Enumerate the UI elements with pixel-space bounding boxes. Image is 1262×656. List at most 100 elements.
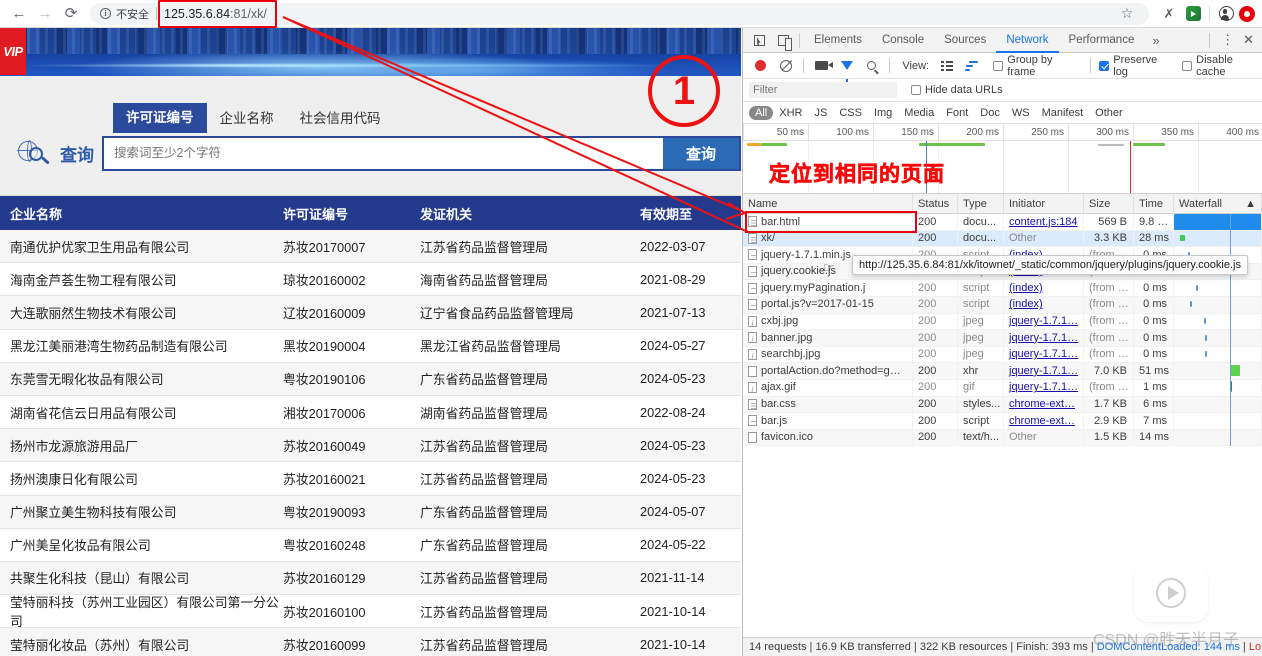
inspect-element-icon[interactable] <box>747 29 771 51</box>
request-initiator-link[interactable]: jquery-1.7.1… <box>1009 365 1078 377</box>
red-record-extension-icon[interactable] <box>1238 2 1262 26</box>
network-request-row[interactable]: portalAction.do?method=g… 200 xhr jquery-1.… <box>743 362 1262 380</box>
request-initiator-link[interactable]: jquery-1.7.1… <box>1009 381 1078 393</box>
network-request-row[interactable]: xk/200 docu... Other 3.3 KB 28 ms <box>743 230 1262 248</box>
request-initiator-link[interactable]: content.js:184 <box>1009 216 1078 228</box>
col-type[interactable]: Type <box>958 193 1004 214</box>
url-text[interactable]: 125.35.6.84 :81/xk/ <box>158 0 277 28</box>
clear-icon[interactable] <box>774 55 797 77</box>
profile-avatar-icon[interactable] <box>1214 2 1238 26</box>
table-row[interactable]: 莹特丽科技（苏州工业园区）有限公司第一分公司 苏妆20160100 江苏省药品监督管… <box>0 595 741 629</box>
type-filter-xhr[interactable]: XHR <box>773 106 808 120</box>
disable-cache-checkbox[interactable]: Disable cache <box>1182 54 1262 78</box>
table-row[interactable]: 黑龙江美丽港湾生物药品制造有限公司 黑妆20190004 黑龙江省药品监督管理局 20… <box>0 329 741 363</box>
table-row[interactable]: 大连歌丽然生物技术有限公司 辽妆20160009 辽宁省食品药品监督管理局 2021-… <box>0 296 741 330</box>
type-filter-doc[interactable]: Doc <box>974 106 1006 120</box>
request-initiator-link[interactable]: jquery-1.7.1… <box>1009 332 1078 344</box>
type-filter-other[interactable]: Other <box>1089 106 1129 120</box>
hide-data-urls-box[interactable] <box>911 85 921 95</box>
col-time[interactable]: Time <box>1134 193 1174 214</box>
disable-cache-box[interactable] <box>1182 60 1193 71</box>
network-request-row[interactable]: searchbj.jpg 200jpeg jquery-1.7.1… (from …0… <box>743 346 1262 364</box>
capture-screenshots-icon[interactable] <box>810 55 834 77</box>
network-request-row[interactable]: cxbj.jpg 200jpeg jquery-1.7.1… (from …0 ms <box>743 313 1262 331</box>
device-toolbar-icon[interactable] <box>771 29 795 51</box>
col-size[interactable]: Size <box>1084 193 1134 214</box>
col-name[interactable]: Name <box>743 193 913 214</box>
network-request-row[interactable]: favicon.ico 200 text/h... Other 1.5 KB 14 ms <box>743 429 1262 447</box>
tab-performance[interactable]: Performance <box>1059 28 1145 53</box>
type-filter-ws[interactable]: WS <box>1006 106 1036 120</box>
type-filter-img[interactable]: Img <box>868 106 898 120</box>
preserve-log-checkbox[interactable]: Preserve log <box>1099 54 1172 78</box>
network-request-row[interactable]: jquery.myPagination.j 200 script (index) (fr… <box>743 279 1262 297</box>
network-request-row[interactable]: bar.js 200 script chrome-ext… 2.9 KB 7 ms <box>743 412 1262 430</box>
close-icon[interactable]: ✕ <box>1241 32 1262 48</box>
hide-data-urls-checkbox[interactable]: Hide data URLs <box>911 84 1003 96</box>
table-row[interactable]: 莹特丽化妆品（苏州）有限公司 苏妆20160099 江苏省药品监督管理局 2021-1… <box>0 628 741 656</box>
request-initiator-link[interactable]: jquery-1.7.1… <box>1009 315 1078 327</box>
group-by-frame-checkbox[interactable]: Group by frame <box>993 54 1080 78</box>
tab-sources[interactable]: Sources <box>934 28 996 53</box>
green-media-extension-icon[interactable] <box>1181 2 1205 26</box>
site-info-icon[interactable]: i <box>100 8 111 19</box>
filter-input[interactable] <box>749 82 897 98</box>
table-row[interactable]: 广州聚立美生物科技有限公司 粤妆20190093 广东省药品监督管理局 2024-05… <box>0 495 741 529</box>
request-initiator-link[interactable]: (index) <box>1009 298 1043 310</box>
address-bar[interactable]: i 不安全 125.35.6.84 :81/xk/ ☆ <box>90 0 1149 28</box>
type-filter-font[interactable]: Font <box>940 106 974 120</box>
table-row[interactable]: 湖南省花信云日用品有限公司 湘妆20170006 湖南省药品监督管理局 2022-08… <box>0 395 741 430</box>
request-initiator-link[interactable]: chrome-ext… <box>1009 398 1075 410</box>
sort-asc-icon[interactable]: ▲ <box>1245 194 1256 214</box>
request-name-cell: portal.js?v=2017-01-15 <box>743 296 913 314</box>
network-table-body: bar.html 200 docu... content.js:184 569 B 9.8… <box>743 213 1262 447</box>
forward-icon[interactable]: → <box>32 1 58 27</box>
table-row[interactable]: 南通优护优家卫生用品有限公司 苏妆20170007 江苏省药品监督管理局 2022-0… <box>0 230 741 264</box>
request-initiator-link[interactable]: jquery-1.7.1… <box>1009 348 1078 360</box>
type-filter-manifest[interactable]: Manifest <box>1036 106 1090 120</box>
tab-network[interactable]: Network <box>996 28 1059 53</box>
table-row[interactable]: 共聚生化科技（昆山）有限公司 苏妆20160129 江苏省药品监督管理局 2021-1… <box>0 561 741 596</box>
type-filter-css[interactable]: CSS <box>833 106 868 120</box>
table-row[interactable]: 扬州市龙源旅游用品厂 苏妆20160049 江苏省药品监督管理局 2024-05-23 <box>0 429 741 463</box>
table-row[interactable]: 海南金芦荟生物工程有限公司 琼妆20160002 海南省药品监督管理局 2021-08… <box>0 263 741 297</box>
record-stop-icon[interactable] <box>749 55 772 77</box>
request-size-cell: (from … <box>1084 329 1134 347</box>
table-row[interactable]: 扬州澳康日化有限公司 苏妆20160021 江苏省药品监督管理局 2024-05-23 <box>0 462 741 496</box>
preserve-log-box[interactable] <box>1099 60 1110 71</box>
table-row[interactable]: 东莞雪无暇化妆品有限公司 粤妆20190106 广东省药品监督管理局 2024-05-… <box>0 362 741 396</box>
search-icon[interactable] <box>860 55 883 77</box>
request-initiator-link[interactable]: (index) <box>1009 282 1043 294</box>
network-request-row[interactable]: bar.css 200 styles... chrome-ext… 1.7 KB 6 ms <box>743 396 1262 414</box>
waterfall-view-icon[interactable] <box>960 55 983 77</box>
table-row[interactable]: 广州美呈化妆品有限公司 粤妆20160248 广东省药品监督管理局 2024-05-2… <box>0 528 741 562</box>
filter-funnel-icon[interactable] <box>835 55 858 82</box>
type-filter-media[interactable]: Media <box>898 106 940 120</box>
type-filter-all[interactable]: All <box>749 105 774 120</box>
col-waterfall[interactable]: Waterfall ▲ <box>1174 193 1262 214</box>
type-filter-js[interactable]: JS <box>808 106 833 120</box>
network-request-row[interactable]: portal.js?v=2017-01-15 200 script (index) (f… <box>743 296 1262 314</box>
devtools-menu-icon[interactable]: ⋮ <box>1214 32 1241 48</box>
waterfall-dom-marker <box>1230 230 1231 247</box>
request-initiator-link[interactable]: chrome-ext… <box>1009 415 1075 427</box>
search-input[interactable] <box>104 137 663 169</box>
xhr-icon <box>748 365 757 377</box>
group-by-frame-box[interactable] <box>993 60 1004 71</box>
more-tabs-icon[interactable]: » <box>1144 33 1167 48</box>
reload-icon[interactable]: ⟳ <box>58 1 84 27</box>
back-icon[interactable]: ← <box>6 1 32 27</box>
star-icon[interactable]: ☆ <box>1115 2 1139 26</box>
cell-license-number: 苏妆20160049 <box>283 438 366 454</box>
list-view-icon[interactable] <box>935 55 958 77</box>
tab-elements[interactable]: Elements <box>804 28 872 53</box>
search-submit-button[interactable]: 查询 <box>663 137 739 169</box>
network-request-row[interactable]: ajax.gif 200gif jquery-1.7.1… (from …1 ms <box>743 379 1262 397</box>
x-extension-icon[interactable]: ✗ <box>1157 2 1181 26</box>
tab-console[interactable]: Console <box>872 28 934 53</box>
network-request-row[interactable]: bar.html 200 docu... content.js:184 569 B 9.8… <box>743 213 1262 231</box>
col-initiator[interactable]: Initiator <box>1004 193 1084 214</box>
network-request-row[interactable]: banner.jpg 200jpeg jquery-1.7.1… (from …0 m… <box>743 329 1262 347</box>
cell-issuing-authority: 江苏省药品监督管理局 <box>420 471 548 487</box>
col-status[interactable]: Status <box>913 193 958 214</box>
